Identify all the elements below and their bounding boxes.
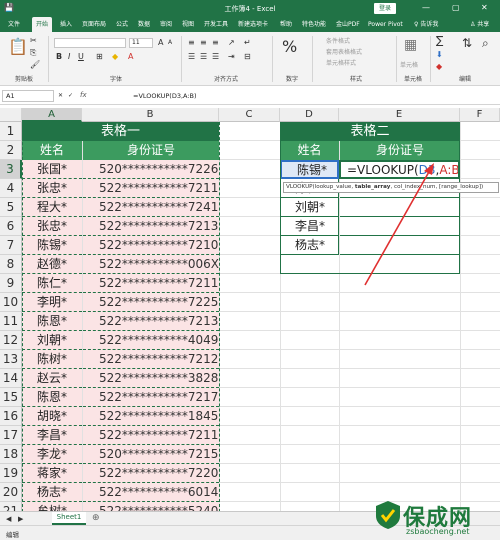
tab-developer[interactable]: 开发工具 — [204, 17, 228, 32]
fill-icon[interactable]: ⬇ — [436, 50, 443, 60]
underline-icon[interactable]: U — [78, 52, 84, 62]
close-button[interactable]: ✕ — [481, 3, 488, 13]
annotation-arrow — [364, 163, 434, 286]
enter-icon[interactable]: ✓ — [68, 91, 73, 101]
sort-filter-icon[interactable]: ⇅ — [462, 37, 472, 49]
ribbon-divider — [396, 36, 397, 82]
cancel-icon[interactable]: ✕ — [58, 91, 63, 101]
group-editing: 编辑 — [458, 76, 471, 83]
font-name-select[interactable] — [54, 38, 126, 48]
worksheet-grid[interactable]: A B C D E F 1 2 3 4 5 6 7 8 9 10 11 12 13 14 15 16 17 18 1… — [0, 108, 500, 511]
formula-input[interactable]: =VLOOKUP(D3,A:B) — [133, 92, 197, 100]
watermark: 保成网 zsbaocheng.net — [375, 498, 495, 536]
group-font: 字体 — [109, 76, 122, 83]
merge-center-icon[interactable]: ⊟ — [244, 52, 251, 62]
watermark-logo-icon — [376, 501, 400, 529]
group-styles: 样式 — [349, 76, 362, 83]
ribbon-tabs: 文件 开始 插入 页面布局 公式 数据 审阅 视图 开发工具 新建选项卡 帮助 … — [0, 17, 500, 32]
tab-help[interactable]: 帮助 — [280, 17, 292, 32]
tab-features[interactable]: 特色功能 — [302, 17, 326, 32]
percent-style-button[interactable]: % — [282, 38, 297, 56]
maximize-button[interactable]: ▢ — [452, 3, 460, 13]
tab-pdf[interactable]: 金山PDF — [336, 17, 360, 32]
find-select-icon[interactable]: ⌕ — [482, 37, 489, 49]
group-alignment: 对齐方式 — [213, 76, 238, 83]
tab-page-layout[interactable]: 页面布局 — [82, 17, 106, 32]
align-center-icon[interactable]: ☰ — [200, 52, 207, 62]
title-bar: 💾 工作簿4 - Excel 登录 — ▢ ✕ — [0, 0, 500, 17]
tab-data[interactable]: 数据 — [138, 17, 150, 32]
status-mode: 编辑 — [6, 531, 19, 539]
scroll-right-icon[interactable]: ▶ — [18, 514, 23, 524]
align-top-icon[interactable]: ≡ — [188, 38, 195, 48]
tab-new-tab[interactable]: 新建选项卡 — [238, 17, 268, 32]
tab-share[interactable]: ♙ 共享 — [470, 17, 489, 32]
align-right-icon[interactable]: ☰ — [212, 52, 219, 62]
font-color-icon[interactable]: A — [128, 52, 133, 62]
tab-home[interactable]: 开始 — [32, 17, 53, 32]
copy-icon[interactable]: ⎘ — [30, 48, 36, 58]
ribbon-divider — [272, 36, 273, 82]
ribbon: 📋 ✂ ⎘ 🖌 剪贴板 11 A A B I U ⊞ ◆ A 字体 ≡ ≡ ≡ … — [0, 32, 500, 86]
ribbon-divider — [430, 36, 431, 82]
clear-icon[interactable]: ◆ — [436, 62, 442, 72]
fill-color-icon[interactable]: ◆ — [112, 52, 118, 62]
login-button[interactable]: 登录 — [374, 3, 396, 14]
group-cells: 单元格 — [403, 76, 422, 83]
name-box[interactable]: A1 — [2, 90, 54, 102]
insert-function-button[interactable]: fx — [80, 91, 87, 99]
indent-icon[interactable]: ⇥ — [228, 52, 235, 62]
autosum-icon[interactable]: ∑ — [436, 35, 443, 46]
ribbon-divider — [48, 36, 49, 82]
align-middle-icon[interactable]: ≡ — [200, 38, 207, 48]
sheet-tab-sheet1[interactable]: Sheet1 — [52, 512, 86, 525]
align-bottom-icon[interactable]: ≡ — [212, 38, 219, 48]
tab-view[interactable]: 视图 — [182, 17, 194, 32]
ribbon-divider — [181, 36, 182, 82]
tab-tell-me[interactable]: ♀ 告诉我 — [414, 17, 438, 32]
font-size-select[interactable]: 11 — [129, 38, 153, 48]
cell-styles-button[interactable]: 单元格样式 — [326, 58, 356, 67]
scroll-left-icon[interactable]: ◀ — [6, 514, 11, 524]
formula-bar: A1 ✕ ✓ fx =VLOOKUP(D3,A:B) — [0, 87, 500, 105]
format-as-table-button[interactable]: 套用表格格式 — [326, 47, 362, 56]
group-clipboard: 剪贴板 — [14, 76, 33, 83]
watermark-url: zsbaocheng.net — [406, 527, 470, 536]
increase-font-icon[interactable]: A — [158, 38, 163, 48]
decrease-font-icon[interactable]: A — [168, 38, 172, 48]
tab-power-pivot[interactable]: Power Pivot — [368, 17, 403, 32]
cut-icon[interactable]: ✂ — [30, 36, 37, 46]
cells-icon[interactable]: ▦ — [404, 38, 417, 52]
conditional-format-button[interactable]: 条件格式 — [326, 36, 350, 45]
bold-icon[interactable]: B — [56, 52, 62, 62]
ribbon-divider — [312, 36, 313, 82]
border-icon[interactable]: ⊞ — [96, 52, 103, 62]
tab-formulas[interactable]: 公式 — [116, 17, 128, 32]
minimize-button[interactable]: — — [422, 3, 430, 13]
cells-button[interactable]: 单元格 — [400, 60, 418, 69]
tab-review[interactable]: 审阅 — [160, 17, 172, 32]
align-left-icon[interactable]: ☰ — [188, 52, 195, 62]
add-sheet-icon[interactable]: ⊕ — [92, 513, 100, 523]
italic-icon[interactable]: I — [68, 52, 70, 62]
format-painter-icon[interactable]: 🖌 — [30, 60, 40, 70]
orientation-icon[interactable]: ↗ — [228, 38, 235, 48]
tab-insert[interactable]: 插入 — [60, 17, 72, 32]
tab-file[interactable]: 文件 — [8, 17, 20, 32]
wrap-text-icon[interactable]: ↵ — [244, 38, 251, 48]
paste-icon[interactable]: 📋 — [8, 38, 28, 56]
group-number: 数字 — [285, 76, 298, 83]
